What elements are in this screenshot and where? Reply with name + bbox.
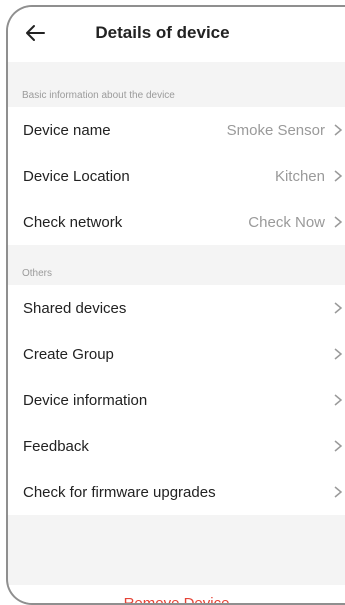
chevron-right-icon — [334, 348, 343, 360]
chevron-right-icon — [334, 486, 343, 498]
section-label-basic: Basic information about the device — [22, 90, 175, 101]
row-firmware-upgrades[interactable]: Check for firmware upgrades — [8, 469, 345, 515]
remove-device-label: Remove Device — [123, 595, 230, 605]
row-label: Device information — [23, 391, 148, 409]
row-value: Check Now — [248, 213, 325, 231]
section-label-others: Others — [22, 268, 53, 279]
row-label: Device name — [23, 121, 111, 139]
chevron-right-icon — [334, 170, 343, 182]
row-label: Check for firmware upgrades — [23, 483, 216, 501]
chevron-right-icon — [334, 440, 343, 452]
chevron-right-icon — [334, 394, 343, 406]
row-label: Device Location — [23, 167, 130, 185]
chevron-right-icon — [334, 216, 343, 228]
device-frame: Details of device Basic information abou… — [6, 5, 345, 605]
row-value: Kitchen — [274, 167, 325, 185]
row-shared-devices[interactable]: Shared devices — [8, 285, 345, 331]
row-device-name[interactable]: Device name Smoke Sensor — [8, 107, 345, 153]
chevron-right-icon — [334, 124, 343, 136]
row-label: Feedback — [23, 437, 89, 455]
header-bar: Details of device — [8, 7, 345, 62]
row-value: Smoke Sensor — [226, 121, 325, 139]
row-feedback[interactable]: Feedback — [8, 423, 345, 469]
row-device-information[interactable]: Device information — [8, 377, 345, 423]
row-label: Shared devices — [23, 299, 127, 317]
row-label: Check network — [23, 213, 123, 231]
row-check-network[interactable]: Check network Check Now — [8, 199, 345, 245]
row-create-group[interactable]: Create Group — [8, 331, 345, 377]
page-title: Details of device — [95, 23, 230, 42]
chevron-right-icon — [334, 302, 343, 314]
row-device-location[interactable]: Device Location Kitchen — [8, 153, 345, 199]
row-label: Create Group — [23, 345, 114, 363]
remove-device-button[interactable]: Remove Device — [8, 585, 345, 605]
